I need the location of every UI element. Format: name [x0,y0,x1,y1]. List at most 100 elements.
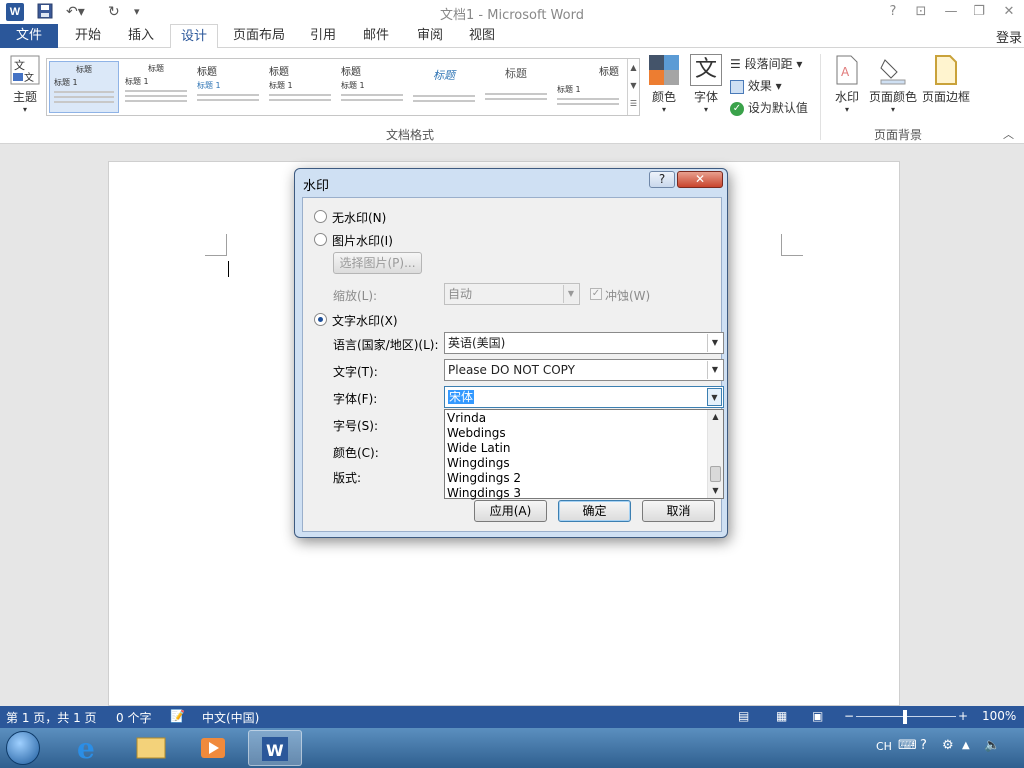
font-option[interactable]: Wide Latin [447,441,510,456]
no-watermark-radio[interactable] [314,210,327,223]
font-option[interactable]: Wingdings 2 [447,471,521,486]
style-set-item[interactable]: 标题 标题 1 [337,61,407,113]
tab-design[interactable]: 设计 [170,24,218,49]
ok-button[interactable]: 确定 [558,500,631,522]
style-set-item[interactable]: 标题 标题 1 [193,61,263,113]
page-color-button[interactable]: 页面颜色 ▾ [868,54,918,114]
font-list-scrollbar[interactable]: ▲ ▼ [707,410,723,498]
font-option[interactable]: Wingdings [447,456,510,471]
gallery-scrollbar[interactable]: ▲ ▼ ☰ [627,59,639,115]
select-picture-button[interactable]: 选择图片(P)... [333,252,422,274]
dialog-close-button[interactable]: ✕ [677,171,723,188]
status-bar: 第 1 页，共 1 页 0 个字 📝 中文(中国) ▤ ▦ ▣ − + 100% [0,706,1024,728]
washout-checkbox[interactable]: ✓ [590,288,602,300]
proofing-icon[interactable]: 📝 [170,709,185,723]
tab-review[interactable]: 审阅 [406,24,454,48]
redo-icon[interactable]: ↻ [108,2,120,22]
tab-file[interactable]: 文件 [0,24,58,48]
chevron-down-icon[interactable]: ▼ [707,388,722,406]
style-set-item[interactable]: 标题 [481,61,551,113]
collapse-ribbon-icon[interactable]: ︿ [1003,126,1014,142]
tab-home[interactable]: 开始 [62,24,114,48]
chevron-down-icon[interactable]: ▼ [563,285,578,303]
read-mode-icon[interactable]: ▤ [738,709,749,723]
style-set-item[interactable]: 标题 标题 1 [49,61,119,113]
apply-button[interactable]: 应用(A) [474,500,547,522]
ime-indicator[interactable]: CH [876,740,892,753]
set-as-default-label: 设为默认值 [747,101,808,115]
style-set-item[interactable]: 标题 标题 1 [265,61,335,113]
gallery-up-icon[interactable]: ▲ [628,59,639,77]
watermark-button[interactable]: A 水印 ▾ [830,54,864,114]
set-as-default-button[interactable]: ✓ 设为默认值 [730,98,808,118]
watermark-text-input[interactable]: Please DO NOT COPY ▼ [444,359,724,381]
paragraph-spacing-button[interactable]: ☰ 段落间距 ▾ [730,54,802,74]
gallery-more-icon[interactable]: ☰ [628,95,639,113]
tab-references[interactable]: 引用 [300,24,346,48]
washout-label[interactable]: 冲蚀(W) [605,287,650,304]
font-option[interactable]: Webdings [447,426,506,441]
effects-button[interactable]: 效果 ▾ [730,76,782,96]
minimize-button[interactable]: — [940,2,962,22]
ribbon-display-options-button[interactable]: ⊡ [910,2,932,22]
taskbar-media-player-icon[interactable] [186,730,240,766]
fonts-button[interactable]: 文 字体 ▾ [688,54,724,114]
chevron-down-icon[interactable]: ▼ [707,361,722,379]
picture-watermark-radio[interactable] [314,233,327,246]
language-select[interactable]: 英语(美国) ▼ [444,332,724,354]
word-count[interactable]: 0 个字 [116,709,151,726]
text-watermark-radio[interactable] [314,313,327,326]
cancel-button[interactable]: 取消 [642,500,715,522]
sign-in-link[interactable]: 登录 [996,27,1022,46]
web-layout-icon[interactable]: ▣ [812,709,823,723]
show-hidden-icons-icon[interactable]: ▲ [962,740,970,751]
font-option[interactable]: Vrinda [447,411,486,426]
style-set-item[interactable]: 标题 标题 1 [121,61,191,113]
tab-insert[interactable]: 插入 [116,24,166,48]
ime-settings-icon[interactable]: ⚙ [942,738,954,753]
save-icon[interactable] [36,2,54,22]
taskbar-word-icon[interactable]: W [248,730,302,766]
gallery-down-icon[interactable]: ▼ [628,77,639,95]
customize-qat-icon[interactable]: ▾ [134,2,140,22]
language-indicator[interactable]: 中文(中国) [202,709,259,726]
chevron-down-icon[interactable]: ▼ [707,334,722,352]
help-tray-icon[interactable]: ? [920,738,927,753]
style-set-item[interactable]: 标题 [409,61,479,113]
palette-icon [648,54,680,86]
page-borders-button[interactable]: 页面边框 [920,54,972,105]
page-count[interactable]: 第 1 页，共 1 页 [6,709,97,726]
text-watermark-label[interactable]: 文字水印(X) [332,312,398,329]
tab-page-layout[interactable]: 页面布局 [224,24,294,48]
dialog-help-button[interactable]: ? [649,171,675,188]
zoom-level[interactable]: 100% [982,709,1016,723]
style-heading: 标题 [341,67,361,78]
style-set-gallery[interactable]: 标题 标题 1 标题 标题 1 标题 标题 1 标题 标题 1 标题 标题 1 … [46,58,640,116]
volume-icon[interactable]: 🔈 [984,738,1000,753]
no-watermark-label[interactable]: 无水印(N) [332,209,386,226]
taskbar-explorer-icon[interactable] [124,730,178,766]
scale-select[interactable]: 自动 ▼ [444,283,580,305]
themes-button[interactable]: 文文 主题 ▾ [6,54,44,114]
start-button-icon[interactable] [6,731,40,765]
maximize-button[interactable]: ❐ [968,2,990,22]
tab-mailings[interactable]: 邮件 [352,24,400,48]
font-option[interactable]: Wingdings 3 [447,486,521,501]
scroll-up-icon[interactable]: ▲ [708,410,723,424]
scroll-thumb[interactable] [710,466,721,482]
tab-view[interactable]: 视图 [458,24,506,48]
picture-watermark-label[interactable]: 图片水印(I) [332,232,393,249]
scroll-down-icon[interactable]: ▼ [708,484,723,498]
font-select[interactable]: 宋体 ▼ [444,386,724,408]
help-button[interactable]: ? [882,2,904,22]
zoom-out-icon[interactable]: − [844,709,854,723]
print-layout-icon[interactable]: ▦ [776,709,787,723]
taskbar-ie-icon[interactable]: e [62,730,116,766]
zoom-in-icon[interactable]: + [958,709,968,723]
style-set-item[interactable]: 标题 标题 1 [553,61,623,113]
zoom-slider-thumb[interactable] [903,710,907,724]
close-button[interactable]: ✕ [998,2,1020,22]
colors-button[interactable]: 颜色 ▾ [646,54,682,114]
undo-icon[interactable]: ↶▾ [66,2,85,22]
keyboard-icon[interactable]: ⌨ [898,738,917,753]
